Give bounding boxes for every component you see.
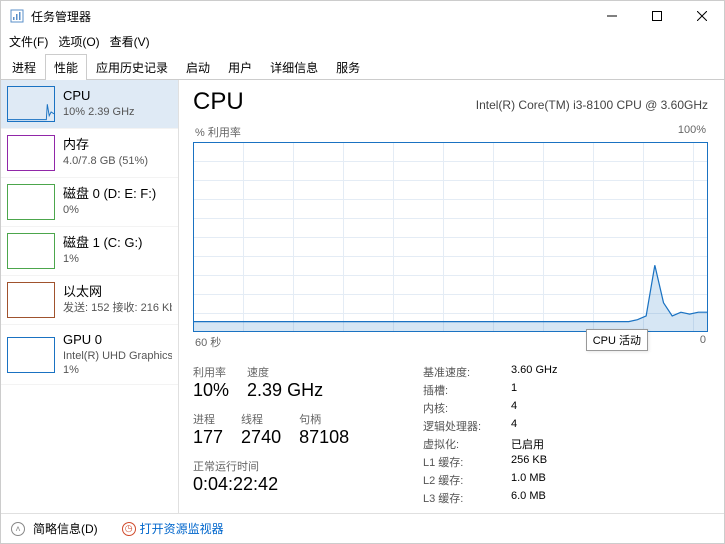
sidebar-cpu-sub: 10% 2.39 GHz bbox=[63, 105, 135, 119]
l2-v: 1.0 MB bbox=[511, 472, 557, 488]
virt-l: 虚拟化: bbox=[423, 436, 495, 452]
l1-l: L1 缓存: bbox=[423, 454, 495, 470]
speed-label: 速度 bbox=[247, 364, 323, 380]
chevron-up-icon[interactable]: ˄ bbox=[11, 522, 25, 536]
chart-x-right: 0 bbox=[700, 334, 706, 350]
cores-l: 内核: bbox=[423, 400, 495, 416]
minimize-button[interactable] bbox=[589, 1, 634, 31]
sockets-v: 1 bbox=[511, 382, 557, 398]
perf-sidebar: CPU 10% 2.39 GHz 内存 4.0/7.8 GB (51%) 磁盘 … bbox=[1, 80, 179, 525]
speed-value: 2.39 GHz bbox=[247, 380, 323, 401]
chart-x-left: 60 秒 bbox=[195, 334, 221, 350]
sidebar-disk0-title: 磁盘 0 (D: E: F:) bbox=[63, 186, 156, 203]
fewer-details-link[interactable]: 简略信息(D) bbox=[33, 520, 98, 537]
threads-label: 线程 bbox=[241, 411, 281, 427]
proc-value: 177 bbox=[193, 427, 223, 448]
tab-startup[interactable]: 启动 bbox=[177, 54, 219, 80]
util-value: 10% bbox=[193, 380, 229, 401]
l3-l: L3 缓存: bbox=[423, 490, 495, 506]
menu-options[interactable]: 选项(O) bbox=[58, 33, 99, 50]
sidebar-gpu-sub: Intel(R) UHD Graphics 630 bbox=[63, 349, 172, 363]
chart-y-max: 100% bbox=[678, 124, 706, 140]
memory-mini-graph bbox=[7, 135, 55, 171]
basespeed-l: 基准速度: bbox=[423, 364, 495, 380]
cpu-spec-grid: 基准速度:3.60 GHz 插槽:1 内核:4 逻辑处理器:4 虚拟化:已启用 … bbox=[423, 364, 557, 506]
sockets-l: 插槽: bbox=[423, 382, 495, 398]
sidebar-item-disk1[interactable]: 磁盘 1 (C: G:) 1% bbox=[1, 227, 178, 276]
handles-value: 87108 bbox=[299, 427, 349, 448]
cores-v: 4 bbox=[511, 400, 557, 416]
menu-file[interactable]: 文件(F) bbox=[9, 33, 48, 50]
menubar: 文件(F) 选项(O) 查看(V) bbox=[1, 31, 724, 54]
l2-l: L2 缓存: bbox=[423, 472, 495, 488]
detail-heading: CPU bbox=[193, 88, 244, 116]
handles-label: 句柄 bbox=[299, 411, 349, 427]
open-resource-monitor-link[interactable]: ◷ 打开资源监视器 bbox=[122, 520, 224, 537]
sidebar-item-ethernet[interactable]: 以太网 发送: 152 接收: 216 Kbps bbox=[1, 276, 178, 325]
footer: ˄ 简略信息(D) ◷ 打开资源监视器 bbox=[1, 513, 724, 543]
basespeed-v: 3.60 GHz bbox=[511, 364, 557, 380]
sidebar-eth-sub: 发送: 152 接收: 216 Kbps bbox=[63, 301, 172, 315]
sidebar-eth-title: 以太网 bbox=[63, 284, 172, 301]
tab-app-history[interactable]: 应用历史记录 bbox=[87, 54, 177, 80]
sidebar-item-cpu[interactable]: CPU 10% 2.39 GHz bbox=[1, 80, 178, 129]
tab-details[interactable]: 详细信息 bbox=[261, 54, 327, 80]
resource-monitor-icon: ◷ bbox=[122, 522, 136, 536]
tab-users[interactable]: 用户 bbox=[219, 54, 261, 80]
sidebar-gpu-sub2: 1% bbox=[63, 363, 172, 377]
window-title: 任务管理器 bbox=[31, 8, 589, 25]
logical-v: 4 bbox=[511, 418, 557, 434]
tab-processes[interactable]: 进程 bbox=[3, 54, 45, 80]
eth-mini-graph bbox=[7, 282, 55, 318]
sidebar-gpu-title: GPU 0 bbox=[63, 332, 172, 349]
sidebar-mem-sub: 4.0/7.8 GB (51%) bbox=[63, 154, 148, 168]
tabbar: 进程 性能 应用历史记录 启动 用户 详细信息 服务 bbox=[1, 54, 724, 80]
menu-view[interactable]: 查看(V) bbox=[110, 33, 150, 50]
sidebar-disk0-sub: 0% bbox=[63, 203, 156, 217]
disk0-mini-graph bbox=[7, 184, 55, 220]
cpu-utilization-chart[interactable] bbox=[193, 142, 708, 332]
cpu-model: Intel(R) Core(TM) i3-8100 CPU @ 3.60GHz bbox=[476, 98, 708, 112]
sidebar-disk1-sub: 1% bbox=[63, 252, 142, 266]
app-icon bbox=[9, 8, 25, 24]
uptime-value: 0:04:22:42 bbox=[193, 474, 393, 495]
proc-label: 进程 bbox=[193, 411, 223, 427]
titlebar: 任务管理器 bbox=[1, 1, 724, 31]
sidebar-disk1-title: 磁盘 1 (C: G:) bbox=[63, 235, 142, 252]
close-button[interactable] bbox=[679, 1, 724, 31]
sidebar-cpu-title: CPU bbox=[63, 88, 135, 105]
uptime-label: 正常运行时间 bbox=[193, 458, 393, 474]
sidebar-item-memory[interactable]: 内存 4.0/7.8 GB (51%) bbox=[1, 129, 178, 178]
sidebar-mem-title: 内存 bbox=[63, 137, 148, 154]
util-label: 利用率 bbox=[193, 364, 229, 380]
disk1-mini-graph bbox=[7, 233, 55, 269]
logical-l: 逻辑处理器: bbox=[423, 418, 495, 434]
sidebar-item-gpu[interactable]: GPU 0 Intel(R) UHD Graphics 630 1% bbox=[1, 325, 178, 385]
l3-v: 6.0 MB bbox=[511, 490, 557, 506]
chart-tooltip: CPU 活动 bbox=[586, 329, 648, 351]
tab-services[interactable]: 服务 bbox=[327, 54, 369, 80]
resource-monitor-label: 打开资源监视器 bbox=[140, 520, 224, 537]
virt-v: 已启用 bbox=[511, 436, 557, 452]
sidebar-item-disk0[interactable]: 磁盘 0 (D: E: F:) 0% bbox=[1, 178, 178, 227]
detail-pane: CPU Intel(R) Core(TM) i3-8100 CPU @ 3.60… bbox=[179, 80, 724, 525]
gpu-mini-graph bbox=[7, 337, 55, 373]
l1-v: 256 KB bbox=[511, 454, 557, 470]
cpu-mini-graph bbox=[7, 86, 55, 122]
maximize-button[interactable] bbox=[634, 1, 679, 31]
threads-value: 2740 bbox=[241, 427, 281, 448]
chart-y-label: % 利用率 bbox=[195, 124, 241, 140]
tab-performance[interactable]: 性能 bbox=[45, 54, 87, 80]
window-controls bbox=[589, 1, 724, 31]
